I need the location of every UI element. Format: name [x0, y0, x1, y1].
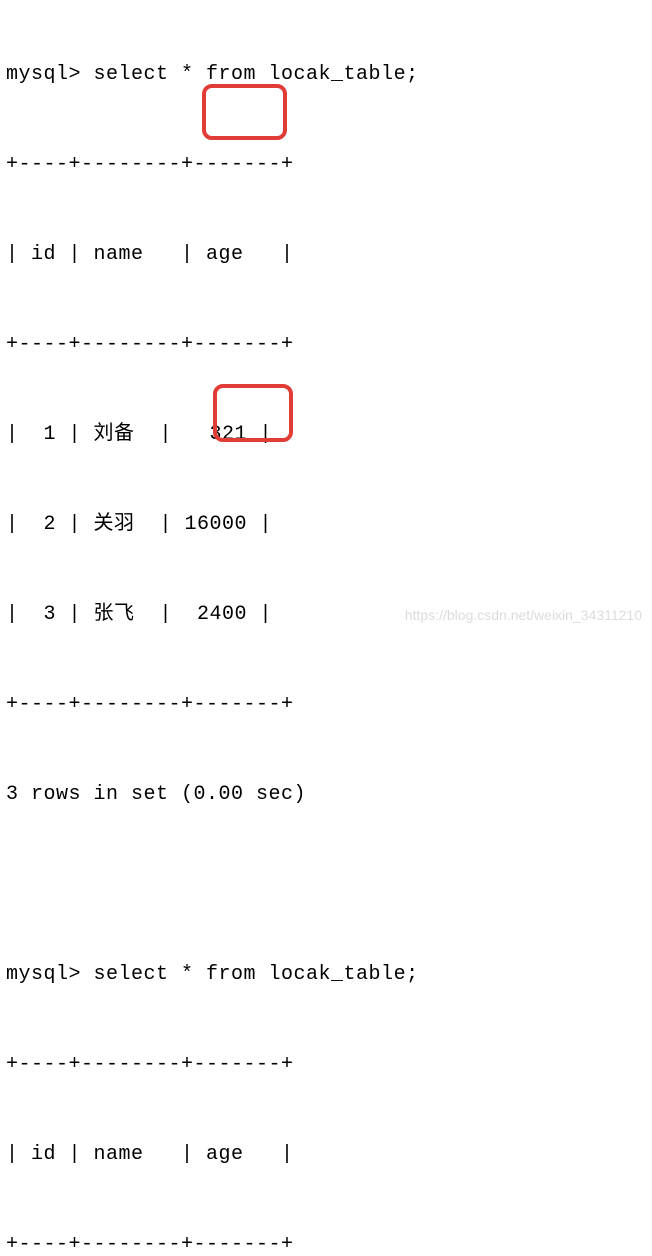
terminal-output: mysql> select * from locak_table; +----+…: [6, 0, 646, 1256]
table-border-mid: +----+--------+-------+: [6, 1230, 646, 1256]
sql-command: select * from locak_table;: [94, 63, 419, 86]
table-border-top: +----+--------+-------+: [6, 150, 646, 180]
sql-command: select * from locak_table;: [94, 963, 419, 986]
table-header-row: | id | name | age |: [6, 1140, 646, 1170]
blank-line: [6, 870, 646, 900]
query-line-2: mysql> select * from locak_table;: [6, 960, 646, 990]
table-border-mid: +----+--------+-------+: [6, 330, 646, 360]
mysql-prompt: mysql>: [6, 963, 94, 986]
mysql-prompt: mysql>: [6, 63, 94, 86]
table-border-top: +----+--------+-------+: [6, 1050, 646, 1080]
table-row: | 1 | 刘备 | 321 |: [6, 420, 646, 450]
table-border-bottom: +----+--------+-------+: [6, 690, 646, 720]
result-summary: 3 rows in set (0.00 sec): [6, 780, 646, 810]
table-row: | 2 | 关羽 | 16000 |: [6, 510, 646, 540]
query-line-1: mysql> select * from locak_table;: [6, 60, 646, 90]
watermark-text: https://blog.csdn.net/weixin_34311210: [405, 605, 642, 626]
table-header-row: | id | name | age |: [6, 240, 646, 270]
